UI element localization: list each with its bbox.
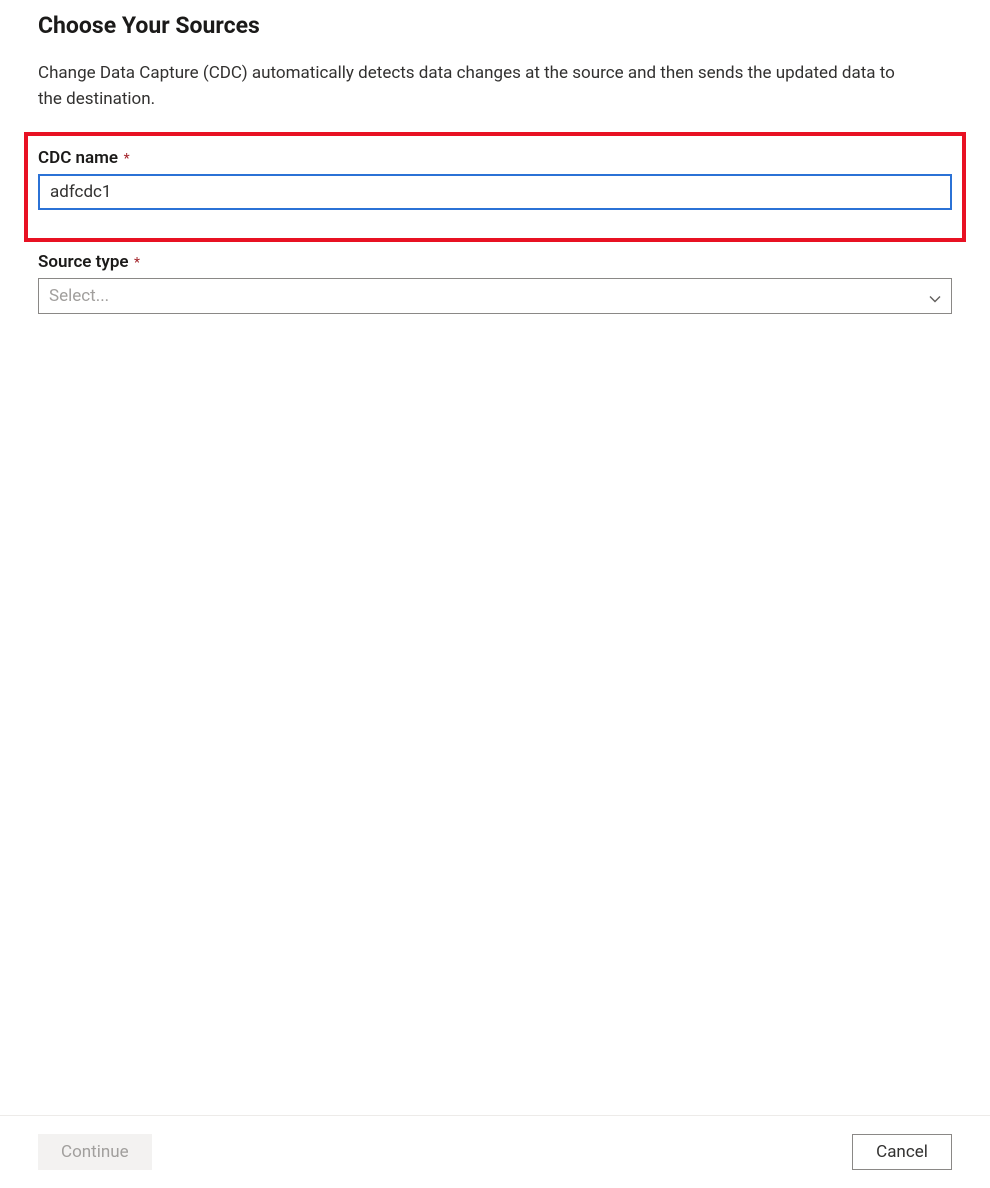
source-type-label: Source type * [38,255,140,271]
cancel-button[interactable]: Cancel [852,1134,952,1170]
form-content: Choose Your Sources Change Data Capture … [0,0,990,314]
cdc-name-highlight: CDC name * [24,132,966,242]
footer-bar: Continue Cancel [0,1115,990,1188]
source-type-select[interactable]: Select... [38,278,952,314]
cdc-name-label-text: CDC name [38,148,118,168]
page-description: Change Data Capture (CDC) automatically … [38,61,918,112]
required-asterisk-icon: * [134,255,140,271]
chevron-down-icon [929,290,941,302]
cdc-name-label: CDC name * [38,151,130,167]
page-title: Choose Your Sources [38,12,952,39]
cdc-name-input[interactable] [38,174,952,210]
required-asterisk-icon: * [124,151,130,167]
source-type-placeholder: Select... [49,286,109,306]
source-type-field-group: Source type * Select... [38,252,952,314]
source-type-label-text: Source type [38,252,129,272]
cdc-name-field-group: CDC name * [38,148,952,210]
continue-button[interactable]: Continue [38,1134,152,1170]
source-type-select-wrapper: Select... [38,278,952,314]
